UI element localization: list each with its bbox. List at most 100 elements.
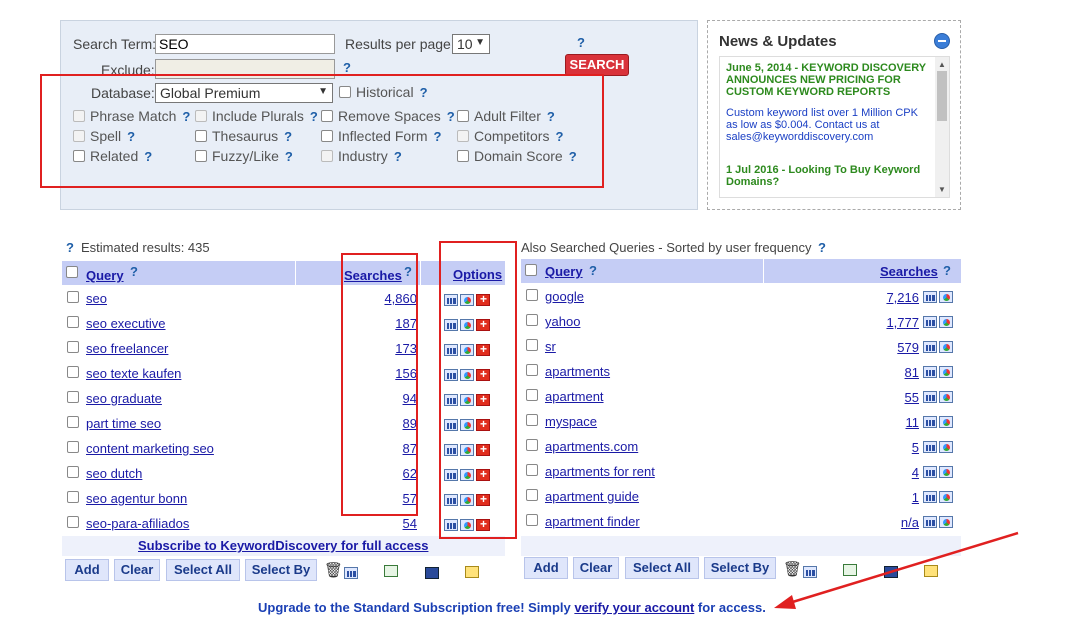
news-body[interactable]: Custom keyword list over 1 Million CPK a… (726, 107, 926, 143)
query-link[interactable]: content marketing seo (86, 441, 214, 456)
search-button[interactable]: SEARCH (565, 54, 629, 76)
export-icon[interactable] (383, 564, 398, 577)
query-link[interactable]: seo-para-afiliados (86, 516, 189, 531)
row-checkbox[interactable] (526, 489, 538, 501)
query-link[interactable]: google (545, 289, 584, 304)
chart-icon[interactable] (923, 315, 937, 328)
row-checkbox[interactable] (526, 314, 538, 326)
pie-chart-icon[interactable] (939, 340, 953, 353)
query-link[interactable]: seo texte kaufen (86, 366, 181, 381)
left-clear-button[interactable]: Clear (114, 559, 160, 581)
query-link[interactable]: sr (545, 339, 556, 354)
row-checkbox[interactable] (526, 414, 538, 426)
pie-chart-icon[interactable] (939, 315, 953, 328)
verify-account-link[interactable]: verify your account (574, 600, 694, 615)
query-link[interactable]: apartments.com (545, 439, 638, 454)
pie-chart-icon[interactable] (939, 365, 953, 378)
query-link[interactable]: apartment guide (545, 489, 639, 504)
pie-chart-icon[interactable] (939, 465, 953, 478)
notes-icon[interactable] (464, 565, 479, 578)
row-checkbox[interactable] (67, 491, 79, 503)
query-link[interactable]: seo agentur bonn (86, 491, 187, 506)
row-checkbox[interactable] (526, 364, 538, 376)
also-searched-help-icon[interactable]: ? (818, 240, 826, 255)
chart-icon[interactable] (923, 465, 937, 478)
row-checkbox[interactable] (67, 466, 79, 478)
column-searches[interactable]: Searches (880, 264, 938, 279)
searches-link[interactable]: 5 (912, 440, 919, 455)
row-checkbox[interactable] (67, 316, 79, 328)
dns-icon[interactable] (425, 566, 440, 579)
chart-icon[interactable] (923, 290, 937, 303)
results-per-page-select[interactable]: 10 ▼ (452, 34, 490, 54)
query-help-icon[interactable]: ? (130, 264, 138, 279)
scroll-up-icon[interactable]: ▲ (938, 60, 946, 69)
collapse-icon[interactable] (934, 33, 950, 49)
news-headline[interactable]: 1 Jul 2016 - Looking To Buy Keyword Doma… (726, 164, 926, 188)
select-all-checkbox[interactable] (66, 266, 78, 278)
searches-link[interactable]: 579 (897, 340, 919, 355)
searches-link[interactable]: 55 (905, 390, 919, 405)
row-checkbox[interactable] (526, 464, 538, 476)
estimated-help-icon[interactable]: ? (66, 240, 74, 255)
subscribe-link[interactable]: Subscribe to KeywordDiscovery for full a… (138, 538, 428, 553)
pie-chart-icon[interactable] (939, 415, 953, 428)
select-all-checkbox[interactable] (525, 264, 537, 276)
scroll-down-icon[interactable]: ▼ (938, 185, 946, 194)
chart-icon[interactable] (923, 365, 937, 378)
searches-link[interactable]: 11 (906, 415, 920, 430)
right-clear-button[interactable]: Clear (573, 557, 619, 579)
searches-link[interactable]: 54 (403, 516, 417, 531)
query-link[interactable]: seo graduate (86, 391, 162, 406)
right-add-button[interactable]: Add (524, 557, 568, 579)
left-select-all-button[interactable]: Select All (166, 559, 240, 581)
search-help-icon[interactable]: ? (577, 35, 585, 50)
searches-link[interactable]: 81 (905, 365, 919, 380)
row-checkbox[interactable] (526, 514, 538, 526)
searches-link[interactable]: 4 (912, 465, 919, 480)
chart-icon[interactable] (923, 390, 937, 403)
query-link[interactable]: apartment (545, 389, 604, 404)
row-checkbox[interactable] (67, 416, 79, 428)
left-add-button[interactable]: Add (65, 559, 109, 581)
left-select-by-button[interactable]: Select By (245, 559, 317, 581)
query-link[interactable]: seo freelancer (86, 341, 168, 356)
query-link[interactable]: yahoo (545, 314, 580, 329)
trash-icon[interactable]: 🗑 (324, 561, 343, 579)
query-link[interactable]: seo executive (86, 316, 166, 331)
news-scrollbar[interactable]: ▲ ▼ (935, 57, 949, 197)
query-link[interactable]: apartment finder (545, 514, 640, 529)
pie-chart-icon[interactable] (939, 290, 953, 303)
searches-link[interactable]: 1,777 (886, 315, 919, 330)
query-link[interactable]: seo dutch (86, 466, 142, 481)
query-link[interactable]: part time seo (86, 416, 161, 431)
exclude-help-icon[interactable]: ? (343, 60, 351, 75)
pie-chart-icon[interactable] (939, 490, 953, 503)
pie-chart-icon[interactable] (939, 440, 953, 453)
chart-icon[interactable] (923, 340, 937, 353)
query-link[interactable]: myspace (545, 414, 597, 429)
searches-link[interactable]: 1 (912, 490, 919, 505)
row-checkbox[interactable] (67, 391, 79, 403)
news-scroll-area[interactable]: June 5, 2014 - KEYWORD DISCOVERY ANNOUNC… (719, 56, 950, 198)
row-checkbox[interactable] (67, 441, 79, 453)
row-checkbox[interactable] (67, 516, 79, 528)
query-link[interactable]: apartments for rent (545, 464, 655, 479)
row-checkbox[interactable] (67, 341, 79, 353)
row-checkbox[interactable] (526, 439, 538, 451)
row-checkbox[interactable] (67, 366, 79, 378)
right-select-all-button[interactable]: Select All (625, 557, 699, 579)
chart-icon[interactable] (923, 490, 937, 503)
scrollbar-thumb[interactable] (937, 71, 947, 121)
chart-icon[interactable] (344, 566, 358, 579)
row-checkbox[interactable] (526, 389, 538, 401)
query-help-icon[interactable]: ? (589, 263, 597, 278)
query-link[interactable]: seo (86, 291, 107, 306)
column-query[interactable]: Query (86, 268, 124, 283)
chart-icon[interactable] (923, 415, 937, 428)
query-link[interactable]: apartments (545, 364, 610, 379)
search-term-input[interactable] (155, 34, 335, 54)
news-headline[interactable]: June 5, 2014 - KEYWORD DISCOVERY ANNOUNC… (726, 62, 926, 98)
pie-chart-icon[interactable] (939, 390, 953, 403)
row-checkbox[interactable] (526, 339, 538, 351)
